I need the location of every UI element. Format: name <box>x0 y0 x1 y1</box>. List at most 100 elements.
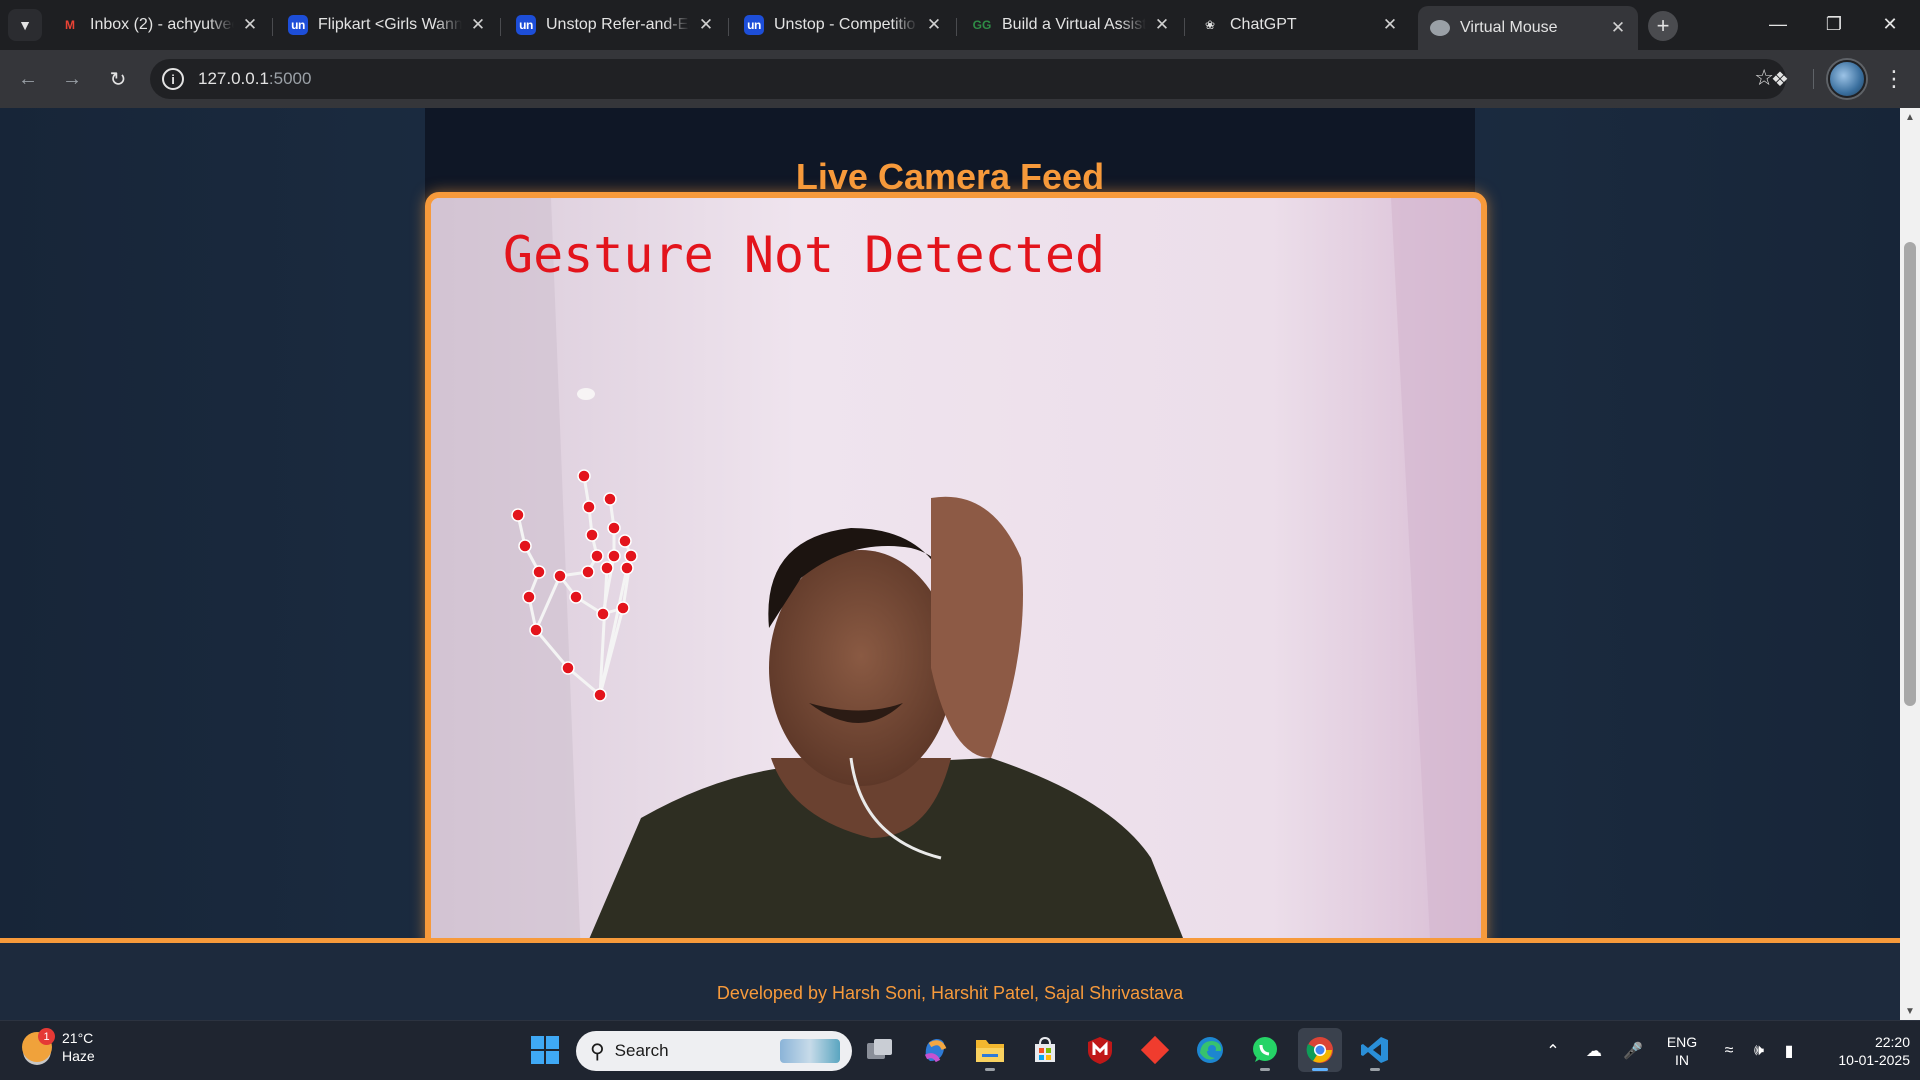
restore-button[interactable]: ❐ <box>1806 0 1862 48</box>
close-tab-icon[interactable]: ✕ <box>240 15 260 35</box>
file-explorer-button[interactable] <box>968 1028 1012 1072</box>
arrow-right-icon: → <box>62 67 82 90</box>
landmark-point <box>532 565 546 579</box>
landmark-point <box>607 521 621 535</box>
weather-widget[interactable]: 1 21°C Haze <box>22 1028 95 1065</box>
landmark-point <box>620 561 634 575</box>
copilot-button[interactable] <box>913 1028 957 1072</box>
page-viewport: Live Camera Feed Gesture Not Detected De… <box>0 108 1900 1020</box>
tab-title: Flipkart <Girls Wanna <box>318 16 462 33</box>
tab-separator <box>956 18 957 36</box>
weather-condition: Haze <box>62 1048 95 1064</box>
tab-chatgpt[interactable]: ❀ ChatGPT ✕ <box>1188 8 1410 42</box>
taskbar-search[interactable]: ⚲ Search <box>576 1031 852 1071</box>
tab-separator <box>272 18 273 36</box>
search-highlight-image <box>780 1039 840 1063</box>
edge-button[interactable] <box>1188 1028 1232 1072</box>
tab-title: Unstop - Competitio <box>774 16 916 33</box>
input-language-button[interactable]: ENG IN <box>1660 1033 1704 1069</box>
landmark-point <box>616 601 630 615</box>
landmark-point <box>607 549 621 563</box>
tab-virtual-assistant[interactable]: GG Build a Virtual Assista ✕ <box>960 8 1182 42</box>
close-icon: ✕ <box>1882 13 1898 34</box>
whatsapp-button[interactable] <box>1243 1028 1287 1072</box>
close-tab-icon[interactable]: ✕ <box>924 15 944 35</box>
start-button[interactable] <box>523 1028 567 1072</box>
mcafee-button[interactable] <box>1078 1028 1122 1072</box>
wifi-button[interactable]: ≈ <box>1714 1021 1744 1080</box>
scroll-thumb[interactable] <box>1904 242 1916 706</box>
unstop-icon: un <box>288 15 308 35</box>
chatgpt-icon: ❀ <box>1204 18 1216 32</box>
extensions-button[interactable]: ❖ <box>1764 63 1796 95</box>
volume-button[interactable]: 🕪 <box>1744 1021 1774 1080</box>
tab-separator <box>1184 18 1185 36</box>
speaker-icon: 🕪 <box>1753 1042 1765 1059</box>
tab-unstop-refer[interactable]: un Unstop Refer-and-Ea ✕ <box>504 8 726 42</box>
landmark-point <box>529 623 543 637</box>
system-clock[interactable]: 22:20 10-01-2025 <box>1810 1033 1910 1069</box>
reload-button[interactable]: ↻ <box>102 63 134 95</box>
close-tab-icon[interactable]: ✕ <box>696 15 716 35</box>
back-button[interactable]: ← <box>12 63 44 95</box>
landmark-point <box>618 534 632 548</box>
tab-title: Build a Virtual Assista <box>1002 16 1146 33</box>
git-icon <box>1140 1035 1170 1065</box>
chrome-icon <box>1306 1037 1333 1063</box>
tab-strip: ▼ M Inbox (2) - achyutvee ✕ un Flipkart … <box>0 0 1920 50</box>
microsoft-store-button[interactable] <box>1023 1028 1067 1072</box>
url-text: 127.0.0.1:5000 <box>198 69 311 89</box>
camera-image: Gesture Not Detected <box>431 198 1481 946</box>
camera-feed: Gesture Not Detected <box>425 192 1487 952</box>
chrome-button[interactable] <box>1298 1028 1342 1072</box>
mcafee-icon <box>1088 1037 1112 1064</box>
notification-badge: 1 <box>38 1028 55 1045</box>
gmail-icon: M <box>65 18 75 32</box>
forward-button[interactable]: → <box>56 63 88 95</box>
close-window-button[interactable]: ✕ <box>1862 0 1918 48</box>
landmark-point <box>511 508 525 522</box>
battery-button[interactable]: ▮ <box>1774 1021 1804 1080</box>
tab-virtual-mouse[interactable]: Virtual Mouse ✕ <box>1418 6 1638 50</box>
tab-title: Unstop Refer-and-Ea <box>546 16 690 33</box>
microphone-button[interactable]: 🎤 <box>1618 1021 1648 1080</box>
close-tab-icon[interactable]: ✕ <box>468 15 488 35</box>
kebab-menu-icon: ⋮ <box>1883 66 1905 91</box>
vscode-button[interactable] <box>1353 1028 1397 1072</box>
profile-avatar[interactable] <box>1828 60 1866 98</box>
edge-icon <box>1197 1037 1223 1063</box>
microphone-icon: 🎤 <box>1623 1043 1643 1060</box>
tab-unstop-competition[interactable]: un Unstop - Competitio ✕ <box>732 8 954 42</box>
landmark-point <box>590 549 604 563</box>
landmark-point <box>582 500 596 514</box>
close-tab-icon[interactable]: ✕ <box>1152 15 1172 35</box>
tab-search-button[interactable]: ▼ <box>8 9 42 41</box>
vscode-icon <box>1361 1037 1388 1063</box>
scroll-up-icon[interactable]: ▲ <box>1900 108 1920 126</box>
address-bar[interactable]: i 127.0.0.1:5000 ☆ <box>150 59 1786 99</box>
site-info-icon[interactable]: i <box>162 68 184 90</box>
landmark-point <box>518 539 532 553</box>
scroll-down-icon[interactable]: ▼ <box>1900 1002 1920 1020</box>
task-view-icon <box>867 1039 892 1059</box>
restore-icon: ❐ <box>1825 13 1843 34</box>
running-indicator <box>985 1068 995 1071</box>
tray-overflow-button[interactable]: ⌃ <box>1538 1021 1568 1080</box>
tab-flipkart[interactable]: un Flipkart <Girls Wanna ✕ <box>276 8 498 42</box>
reload-icon: ↻ <box>109 68 127 91</box>
page-scrollbar[interactable]: ▲ ▼ <box>1900 108 1920 1020</box>
close-tab-icon[interactable]: ✕ <box>1608 18 1628 38</box>
browser-toolbar: ← → ↻ i 127.0.0.1:5000 ☆ ❖ ⋮ <box>0 50 1920 108</box>
weather-temp: 21°C <box>62 1030 94 1046</box>
git-button[interactable] <box>1133 1028 1177 1072</box>
close-tab-icon[interactable]: ✕ <box>1380 15 1400 35</box>
browser-menu-button[interactable]: ⋮ <box>1880 63 1908 95</box>
new-tab-button[interactable]: + <box>1648 11 1678 41</box>
minimize-button[interactable]: — <box>1750 0 1806 48</box>
onedrive-button[interactable]: ☁ <box>1578 1021 1610 1080</box>
task-view-button[interactable] <box>858 1028 902 1072</box>
geeksforgeeks-icon: GG <box>972 18 992 32</box>
footer-credits: Developed by Harsh Soni, Harshit Patel, … <box>716 983 1184 1003</box>
landmark-point <box>569 590 583 604</box>
tab-gmail[interactable]: M Inbox (2) - achyutvee ✕ <box>48 8 270 42</box>
